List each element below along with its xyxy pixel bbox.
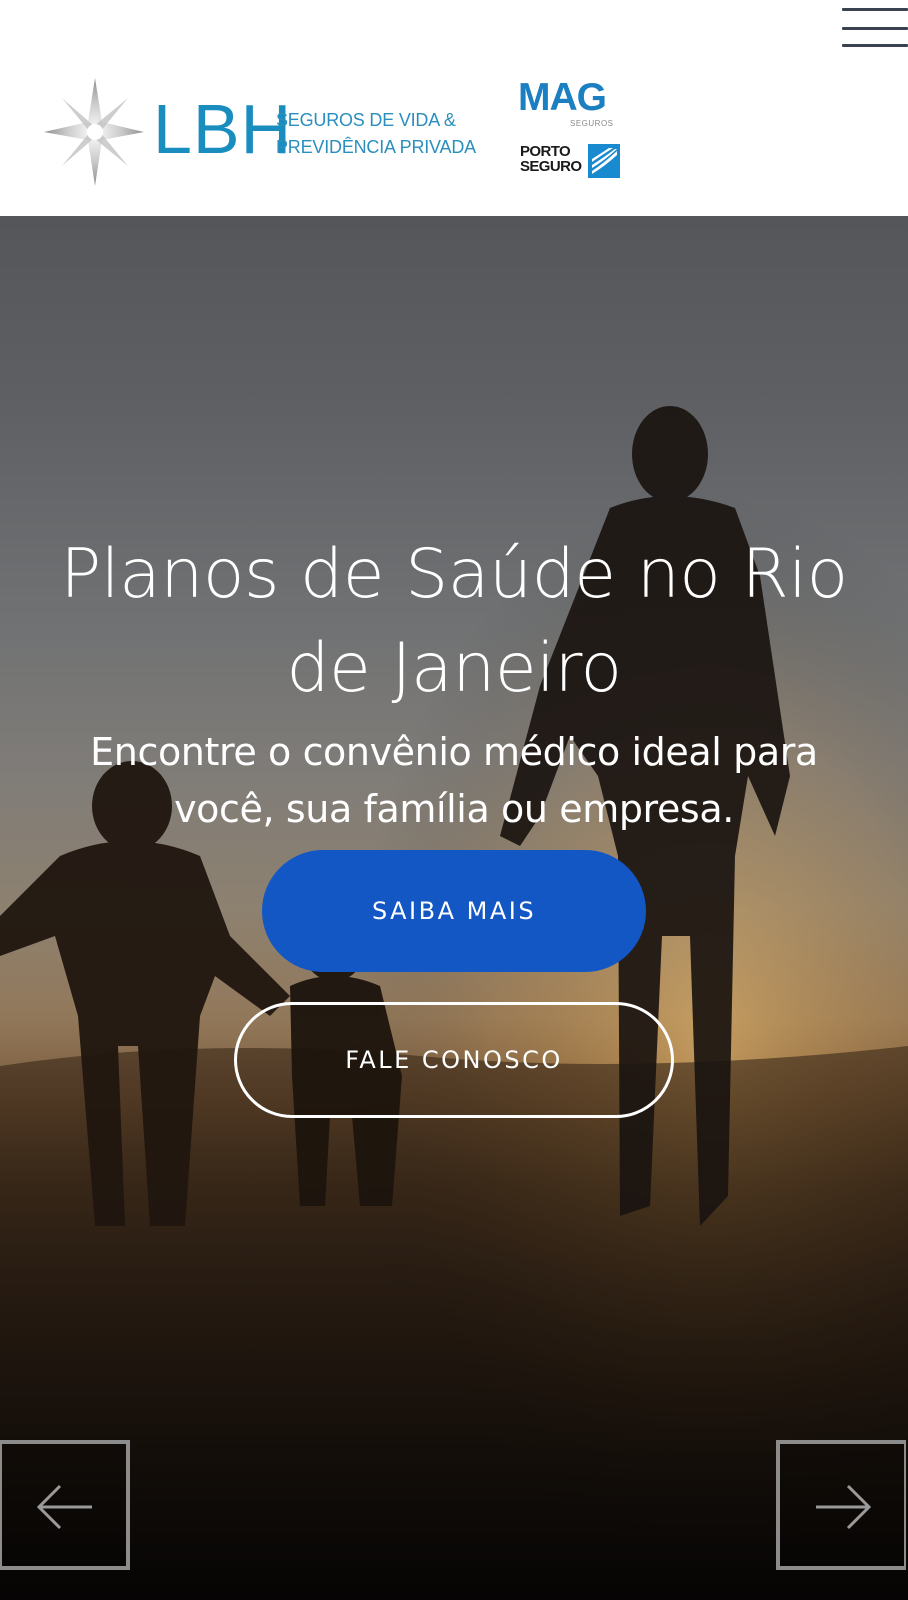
- mag-subtitle: SEGUROS: [570, 119, 614, 128]
- hero-title: Planos de Saúde no Rio de Janeiro: [60, 534, 848, 708]
- lbh-wordmark: LBH: [153, 90, 293, 168]
- lbh-tagline-line2: PREVIDÊNCIA PRIVADA: [276, 137, 476, 157]
- mag-logo[interactable]: MAG SEGUROS: [518, 76, 618, 132]
- hamburger-menu-icon[interactable]: [838, 5, 908, 51]
- lbh-logo[interactable]: LBH SEGUROS DE VIDA & PREVIDÊNCIA PRIVAD…: [40, 76, 490, 188]
- lbh-tagline: SEGUROS DE VIDA & PREVIDÊNCIA PRIVADA: [276, 107, 476, 161]
- porto-line1: PORTO: [520, 143, 571, 160]
- hero-subtitle: Encontre o convênio médico ideal para vo…: [90, 730, 818, 831]
- arrow-right-icon: [816, 1484, 872, 1530]
- porto-seguro-logo[interactable]: PORTO SEGURO: [520, 144, 620, 180]
- porto-wordmark: PORTO SEGURO: [520, 143, 582, 175]
- lbh-tagline-line1: SEGUROS DE VIDA &: [276, 110, 456, 130]
- mag-wordmark: MAG: [518, 76, 607, 119]
- star-icon: [44, 78, 144, 186]
- arrow-left-icon: [36, 1484, 92, 1530]
- site-header: LBH SEGUROS DE VIDA & PREVIDÊNCIA PRIVAD…: [0, 0, 908, 216]
- fale-conosco-button[interactable]: FALE CONOSCO: [234, 1002, 674, 1118]
- slider-prev-button[interactable]: [0, 1440, 130, 1570]
- porto-seguro-mark-icon: [588, 144, 620, 178]
- saiba-mais-button[interactable]: SAIBA MAIS: [262, 850, 646, 972]
- hero-slider: Planos de Saúde no Rio de Janeiro Encont…: [0, 216, 908, 1600]
- porto-line2: SEGURO: [520, 158, 582, 175]
- slider-next-button[interactable]: [776, 1440, 906, 1570]
